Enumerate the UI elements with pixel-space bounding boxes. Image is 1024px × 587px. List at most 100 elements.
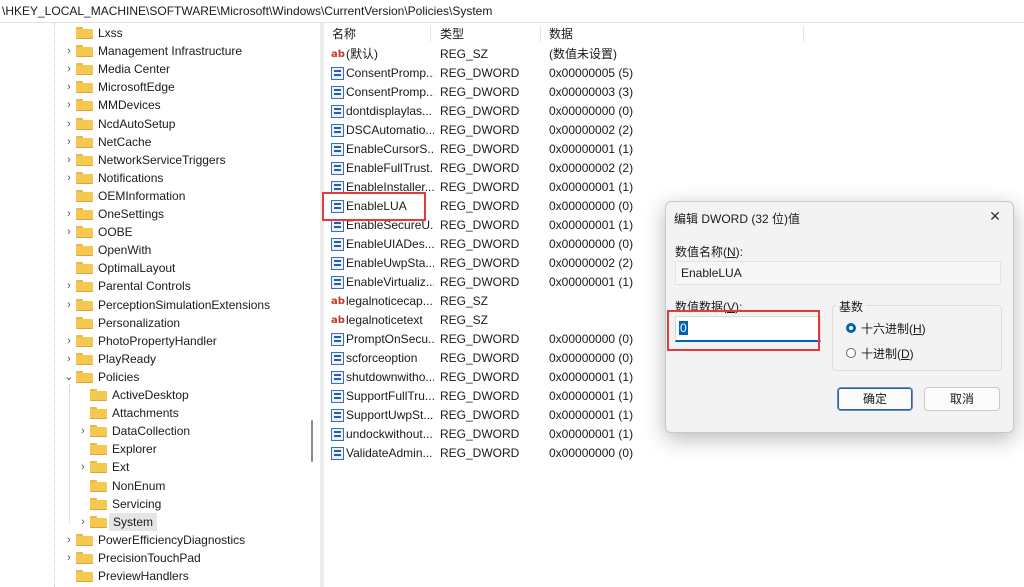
chevron-right-icon[interactable]: › [64, 60, 74, 78]
chevron-right-icon[interactable]: › [78, 458, 88, 476]
chevron-right-icon[interactable]: › [64, 296, 74, 314]
value-type-cell: REG_SZ [440, 47, 489, 61]
tree-item[interactable]: PreviewHandlers [64, 567, 318, 585]
tree-item[interactable]: ⌄ Policies [64, 368, 318, 386]
tree-item[interactable]: › Notifications [64, 169, 318, 187]
radio-dec-dot[interactable] [846, 348, 856, 358]
chevron-right-icon[interactable]: › [64, 169, 74, 187]
tree-item[interactable]: › NcdAutoSetup [64, 115, 318, 133]
tree-item-label: OEMInformation [98, 189, 186, 203]
tree-item[interactable]: › Media Center [64, 60, 318, 78]
chevron-right-icon[interactable]: › [64, 96, 74, 114]
ok-button[interactable]: 确定 [837, 387, 913, 411]
col-header-name[interactable]: 名称 [332, 23, 356, 45]
tree-item[interactable]: Lxss [64, 24, 318, 42]
address-bar[interactable]: \HKEY_LOCAL_MACHINE\SOFTWARE\Microsoft\W… [0, 0, 1024, 23]
dword-value-icon [331, 162, 344, 175]
chevron-right-icon[interactable]: › [64, 115, 74, 133]
chevron-right-icon[interactable]: › [64, 42, 74, 60]
folder-icon [90, 498, 107, 510]
tree-item[interactable]: › NetworkServiceTriggers [64, 151, 318, 169]
col-header-data[interactable]: 数据 [549, 23, 573, 45]
value-name-cell: EnableVirtualiz... [346, 275, 434, 289]
tree-item[interactable]: › MicrosoftEdge [64, 78, 318, 96]
chevron-right-icon[interactable]: › [64, 223, 74, 241]
chevron-right-icon[interactable]: › [64, 277, 74, 295]
value-type-cell: REG_DWORD [440, 199, 520, 213]
value-row[interactable]: ConsentPromp... REG_DWORD 0x00000005 (5) [324, 64, 1024, 83]
col-header-type[interactable]: 类型 [440, 23, 464, 45]
tree-item[interactable]: › PlayReady [64, 350, 318, 368]
list-header: 名称 类型 数据 [324, 23, 1024, 45]
chevron-right-icon[interactable]: › [64, 78, 74, 96]
tree-item[interactable]: Explorer [78, 440, 318, 458]
value-name-cell: EnableCursorS... [346, 142, 434, 156]
tree-item[interactable]: › OneSettings [64, 205, 318, 223]
value-row[interactable]: EnableInstaller... REG_DWORD 0x00000001 (1… [324, 178, 1024, 197]
chevron-right-icon[interactable]: › [64, 205, 74, 223]
value-name-cell: ConsentPromp... [346, 85, 434, 99]
value-row[interactable]: ab (默认) REG_SZ (数值未设置) [324, 45, 1024, 64]
folder-icon [76, 299, 93, 311]
chevron-right-icon[interactable]: › [64, 133, 74, 151]
value-row[interactable]: DSCAutomatio... REG_DWORD 0x00000002 (2) [324, 121, 1024, 140]
dword-value-icon [331, 409, 344, 422]
folder-icon [76, 262, 93, 274]
value-name-cell: scforceoption [346, 351, 418, 365]
value-type-cell: REG_SZ [440, 294, 489, 308]
value-name-cell: ConsentPromp... [346, 66, 434, 80]
tree-item[interactable]: Attachments [78, 404, 318, 422]
tree-item-label: DataCollection [112, 424, 191, 438]
radio-hex-dot[interactable] [846, 323, 856, 333]
tree-item[interactable]: › Ext [78, 458, 318, 476]
chevron-right-icon[interactable]: › [64, 350, 74, 368]
tree-item[interactable]: › PerceptionSimulationExtensions [64, 296, 318, 314]
value-row[interactable]: ValidateAdmin... REG_DWORD 0x00000000 (0) [324, 444, 1024, 463]
tree-item-label: OptimalLayout [98, 261, 176, 275]
chevron-right-icon[interactable]: › [64, 332, 74, 350]
chevron-right-icon[interactable]: › [64, 549, 74, 567]
value-row[interactable]: ConsentPromp... REG_DWORD 0x00000003 (3) [324, 83, 1024, 102]
close-icon[interactable]: ✕ [985, 206, 1005, 226]
value-type-cell: REG_DWORD [440, 66, 520, 80]
folder-icon [76, 27, 93, 39]
tree-item[interactable]: OEMInformation [64, 187, 318, 205]
tree-item-label: Notifications [98, 171, 164, 185]
tree-item[interactable]: › OOBE [64, 223, 318, 241]
tree-item[interactable]: › NetCache [64, 133, 318, 151]
value-name-cell: (默认) [346, 47, 378, 61]
chevron-right-icon[interactable]: › [78, 513, 88, 531]
value-row[interactable]: EnableCursorS... REG_DWORD 0x00000001 (1) [324, 140, 1024, 159]
value-row[interactable]: dontdisplaylas... REG_DWORD 0x00000000 (0) [324, 102, 1024, 121]
tree-item[interactable]: › PrecisionTouchPad [64, 549, 318, 567]
chevron-right-icon[interactable]: › [64, 151, 74, 169]
tree-item[interactable]: OpenWith [64, 241, 318, 259]
folder-icon [76, 570, 93, 582]
tree-item-label: Lxss [98, 26, 123, 40]
tree-item[interactable]: NonEnum [78, 477, 318, 495]
tree-item-label: NetworkServiceTriggers [98, 153, 226, 167]
folder-icon [76, 371, 93, 383]
tree-scrollbar-thumb[interactable] [311, 420, 313, 462]
chevron-right-icon[interactable]: › [78, 422, 88, 440]
tree-item[interactable]: › PhotoPropertyHandler [64, 332, 318, 350]
chevron-right-icon[interactable]: › [64, 531, 74, 549]
tree-item[interactable]: › System [78, 513, 318, 531]
tree-item[interactable]: Personalization [64, 314, 318, 332]
folder-icon [90, 480, 107, 492]
tree-item[interactable]: Servicing [78, 495, 318, 513]
cancel-button[interactable]: 取消 [924, 387, 1000, 411]
registry-tree[interactable]: Lxss › Management Infrastructure › Media Cen… [0, 23, 318, 587]
tree-item[interactable]: › DataCollection [78, 422, 318, 440]
folder-icon [90, 461, 107, 473]
tree-item[interactable]: › PowerEfficiencyDiagnostics [64, 531, 318, 549]
chevron-down-icon[interactable]: ⌄ [64, 368, 74, 386]
tree-item[interactable]: › Parental Controls [64, 277, 318, 295]
tree-item[interactable]: ActiveDesktop [78, 386, 318, 404]
value-row[interactable]: EnableFullTrust... REG_DWORD 0x00000002 (2… [324, 159, 1024, 178]
tree-item[interactable]: › Management Infrastructure [64, 42, 318, 60]
tree-item[interactable]: › MMDevices [64, 96, 318, 114]
tree-item[interactable]: OptimalLayout [64, 259, 318, 277]
